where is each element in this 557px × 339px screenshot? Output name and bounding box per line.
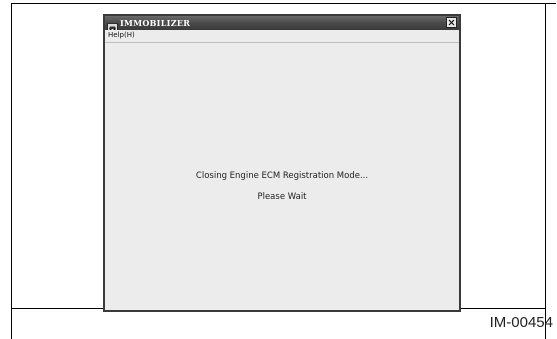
car-app-icon: [107, 19, 118, 32]
please-wait-text: Please Wait: [257, 192, 307, 202]
figure-id-label: IM-00454: [489, 314, 553, 331]
figure-frame-top: [11, 3, 556, 4]
client-area: Closing Engine ECM Registration Mode... …: [105, 43, 459, 310]
menu-help[interactable]: Help(H): [108, 31, 135, 39]
close-icon: [448, 19, 455, 26]
figure-frame-right: [545, 3, 546, 339]
title-bar[interactable]: IMMOBILIZER: [105, 16, 459, 32]
window-title: IMMOBILIZER: [120, 18, 191, 28]
close-button[interactable]: [446, 17, 457, 28]
immobilizer-window: IMMOBILIZER Help(H) Closing Engine ECM R…: [103, 14, 461, 312]
status-message: Closing Engine ECM Registration Mode...: [195, 171, 369, 181]
menu-bar: Help(H): [105, 30, 459, 43]
figure-frame-left: [11, 3, 12, 339]
